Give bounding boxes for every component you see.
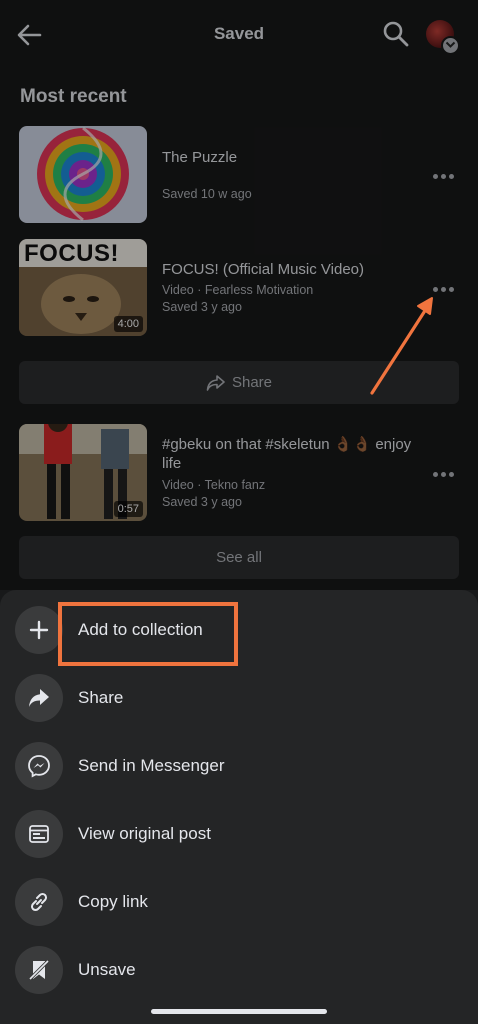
share-label: Share xyxy=(231,374,273,391)
list-item[interactable]: 0:57 #gbeku on that #skeletun 👌🏾👌🏾 enjoy… xyxy=(0,424,478,524)
share-item[interactable]: Share xyxy=(0,666,478,730)
menu-item-label: Send in Messenger xyxy=(78,756,225,775)
post-icon xyxy=(15,810,63,858)
video-duration: 4:00 xyxy=(113,316,143,332)
item-saved-time: Saved 3 y ago xyxy=(162,300,242,314)
messenger-icon xyxy=(15,742,63,790)
item-title[interactable]: FOCUS! (Official Music Video) xyxy=(162,260,417,279)
top-app-bar: Saved xyxy=(0,0,478,70)
list-item[interactable]: The Puzzle Saved 10 w ago xyxy=(0,126,478,226)
unsave-item[interactable]: Unsave xyxy=(0,938,478,1002)
video-thumbnail[interactable] xyxy=(19,126,147,223)
home-indicator[interactable] xyxy=(151,1009,327,1014)
item-title[interactable]: #gbeku on that #skeletun 👌🏾👌🏾 enjoy life xyxy=(162,435,417,473)
item-saved-time: Saved 10 w ago xyxy=(162,187,252,201)
see-all-label: See all xyxy=(216,549,262,566)
video-duration: 0:57 xyxy=(113,501,143,517)
video-thumbnail[interactable]: 0:57 xyxy=(19,424,147,521)
list-item[interactable]: FOCUS! 4:00 FOCUS! (Official Music Video… xyxy=(0,239,478,339)
search-icon[interactable] xyxy=(382,20,410,48)
share-button[interactable]: Share xyxy=(19,361,459,404)
unsave-icon xyxy=(15,946,63,994)
view-original-post-item[interactable]: View original post xyxy=(0,802,478,866)
more-options-icon[interactable] xyxy=(430,281,458,297)
chevron-down-icon[interactable] xyxy=(441,36,460,55)
menu-item-label: Unsave xyxy=(78,960,136,979)
send-in-messenger-item[interactable]: Send in Messenger xyxy=(0,734,478,798)
more-options-icon[interactable] xyxy=(430,466,458,482)
thumbnail-title-text: FOCUS! xyxy=(24,240,119,267)
see-all-button[interactable]: See all xyxy=(19,536,459,579)
more-options-icon[interactable] xyxy=(430,168,458,184)
menu-item-label: View original post xyxy=(78,824,211,843)
menu-item-label: Share xyxy=(78,688,124,707)
copy-link-item[interactable]: Copy link xyxy=(0,870,478,934)
video-thumbnail[interactable]: FOCUS! 4:00 xyxy=(19,239,147,336)
menu-item-label: Copy link xyxy=(78,892,148,911)
share-arrow-icon xyxy=(15,674,63,722)
link-icon xyxy=(15,878,63,926)
item-source: Video · Fearless Motivation xyxy=(162,283,314,297)
section-title: Most recent xyxy=(20,86,127,107)
item-saved-time: Saved 3 y ago xyxy=(162,495,242,509)
annotation-highlight-box xyxy=(58,602,238,666)
item-title[interactable]: The Puzzle xyxy=(162,148,417,167)
item-source: Video · Tekno fanz xyxy=(162,478,266,492)
plus-icon xyxy=(15,606,63,654)
